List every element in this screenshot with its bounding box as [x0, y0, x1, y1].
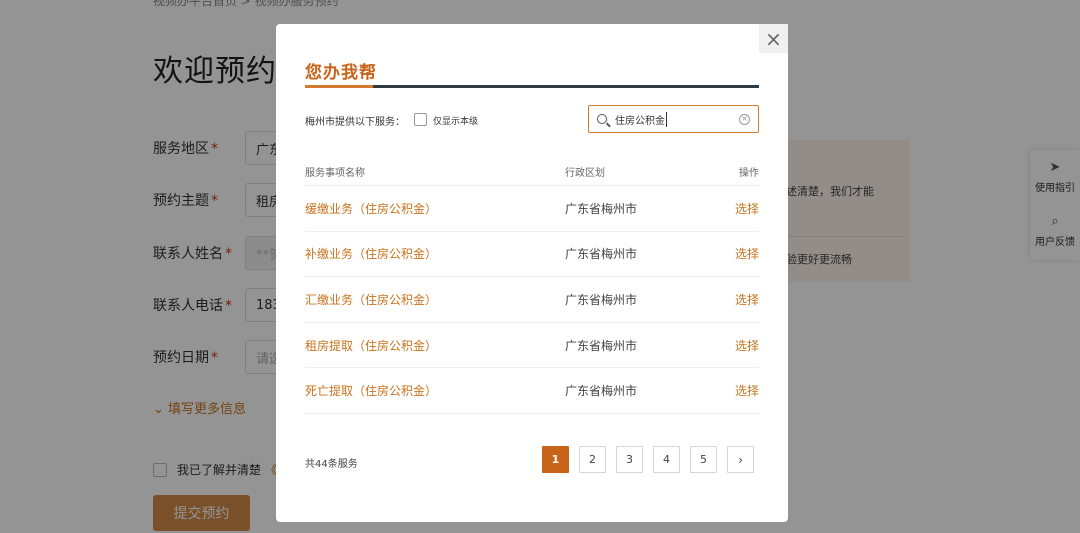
search-icon [597, 114, 607, 124]
service-region: 广东省梅州市 [565, 201, 638, 216]
service-name-link[interactable]: 租房提取（住房公积金） [305, 337, 565, 354]
level-only-checkbox[interactable] [414, 113, 427, 126]
search-value[interactable]: 住房公积金 [615, 111, 667, 127]
page-button-2[interactable]: 2 [579, 446, 606, 473]
modal-title: 您办我帮 [305, 63, 377, 83]
page-button-5[interactable]: 5 [690, 446, 717, 473]
table-row: 汇缴业务（住房公积金） 广东省梅州市 选择 [305, 277, 759, 323]
table-row: 补缴业务（住房公积金） 广东省梅州市 选择 [305, 232, 759, 278]
close-icon: × [765, 26, 782, 51]
total-count: 共44条服务 [305, 459, 358, 470]
service-name-link[interactable]: 汇缴业务（住房公积金） [305, 291, 565, 308]
select-button[interactable]: 选择 [715, 245, 759, 262]
column-header-name: 服务事项名称 [305, 168, 365, 179]
column-header-op: 操作 [739, 168, 759, 179]
page-button-3[interactable]: 3 [616, 446, 643, 473]
service-name-link[interactable]: 缓缴业务（住房公积金） [305, 200, 565, 217]
service-region: 广东省梅州市 [565, 338, 638, 353]
search-input[interactable]: 住房公积金 × [588, 105, 759, 133]
select-button[interactable]: 选择 [715, 200, 759, 217]
service-table: 服务事项名称 行政区划 操作 缓缴业务（住房公积金） 广东省梅州市 选择 补缴业… [305, 158, 759, 414]
select-button[interactable]: 选择 [715, 291, 759, 308]
close-button[interactable]: × [759, 24, 788, 53]
service-name-link[interactable]: 补缴业务（住房公积金） [305, 245, 565, 262]
level-only-label[interactable]: 仅显示本级 [433, 114, 478, 127]
service-region: 广东省梅州市 [565, 292, 638, 307]
table-row: 死亡提取（住房公积金） 广东省梅州市 选择 [305, 368, 759, 414]
next-page-button[interactable]: › [727, 446, 754, 473]
pagination: 1 2 3 4 5 › [542, 446, 754, 473]
select-button[interactable]: 选择 [715, 337, 759, 354]
chevron-right-icon: › [738, 452, 743, 467]
select-button[interactable]: 选择 [715, 382, 759, 399]
service-modal: × 您办我帮 梅州市提供以下服务： 仅显示本级 住房公积金 × 服务事项名称 行… [276, 24, 788, 522]
service-name-link[interactable]: 死亡提取（住房公积金） [305, 382, 565, 399]
column-header-region: 行政区划 [565, 168, 605, 179]
page-button-4[interactable]: 4 [653, 446, 680, 473]
table-row: 缓缴业务（住房公积金） 广东省梅州市 选择 [305, 186, 759, 232]
title-divider-accent [305, 85, 373, 88]
title-divider [305, 85, 759, 88]
table-header: 服务事项名称 行政区划 操作 [305, 158, 759, 186]
service-region: 广东省梅州市 [565, 384, 638, 399]
filter-label: 梅州市提供以下服务： [305, 117, 405, 128]
clear-icon[interactable]: × [739, 113, 750, 125]
page-button-1[interactable]: 1 [542, 446, 569, 473]
table-row: 租房提取（住房公积金） 广东省梅州市 选择 [305, 323, 759, 369]
service-region: 广东省梅州市 [565, 247, 638, 262]
